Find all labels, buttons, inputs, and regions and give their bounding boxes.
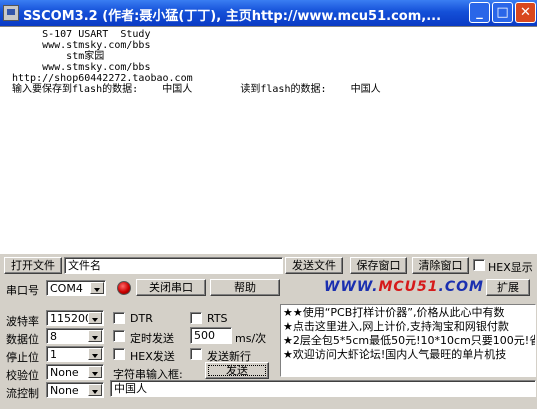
parity-value: None <box>50 366 79 379</box>
close-button[interactable]: ✕ <box>515 2 536 23</box>
brand-link[interactable]: WWW.MCU51.COM <box>324 279 484 295</box>
chevron-down-icon[interactable] <box>88 312 102 324</box>
ad-panel[interactable]: ★★使用“PCB打样计价器”,价格从此心中有数 ★点击这里进入,网上计价,支持淘… <box>280 304 536 377</box>
port-label: 串口号 <box>6 284 39 297</box>
maximize-icon: □ <box>496 5 509 20</box>
port-select[interactable]: COM4 <box>46 280 106 296</box>
dtr-label: DTR <box>130 312 153 325</box>
dtr-checkbox[interactable] <box>113 312 125 324</box>
data-bits-label: 数据位 <box>6 333 39 346</box>
brand-www: WWW. <box>324 279 379 295</box>
parity-label: 校验位 <box>6 369 39 382</box>
ad-line[interactable]: ★2层全包5*5cm最低50元!10*10cm只要100元!省 <box>283 334 535 348</box>
maximize-button[interactable]: □ <box>492 2 513 23</box>
chevron-down-icon[interactable] <box>88 330 102 342</box>
brand-com: .COM <box>438 279 484 295</box>
stop-bits-label: 停止位 <box>6 351 39 364</box>
send-button[interactable]: 发送 <box>205 362 269 379</box>
ad-line[interactable]: ★点击这里进入,网上计价,支持淘宝和网银付款 <box>283 320 509 334</box>
timed-send-label: 定时发送 <box>130 332 174 345</box>
data-bits-select[interactable]: 8 <box>46 328 104 344</box>
app-icon <box>3 5 19 21</box>
chevron-down-icon[interactable] <box>90 282 104 294</box>
hex-display-checkbox[interactable] <box>473 259 485 271</box>
interval-input[interactable]: 500 <box>190 327 232 344</box>
clear-window-button[interactable]: 清除窗口 <box>412 257 469 274</box>
hex-display-label: HEX显示 <box>488 261 533 274</box>
interval-unit-label: ms/次 <box>235 332 267 345</box>
send-file-button[interactable]: 发送文件 <box>285 257 343 274</box>
chevron-down-icon[interactable] <box>88 384 102 396</box>
port-status-led-icon <box>117 281 131 295</box>
open-file-button[interactable]: 打开文件 <box>4 257 62 274</box>
baud-label: 波特率 <box>6 315 39 328</box>
close-icon: ✕ <box>520 5 531 20</box>
stop-bits-value: 1 <box>50 348 57 361</box>
rts-checkbox[interactable] <box>190 312 202 324</box>
flow-label: 流控制 <box>6 387 39 400</box>
title-bar: SSCOM3.2 (作者:聂小猛(丁丁), 主页http://www.mcu51… <box>0 0 537 26</box>
send-newline-checkbox[interactable] <box>190 348 202 360</box>
window-title: SSCOM3.2 (作者:聂小猛(丁丁), 主页http://www.mcu51… <box>23 9 442 24</box>
save-window-button[interactable]: 保存窗口 <box>350 257 407 274</box>
flow-select[interactable]: None <box>46 382 104 398</box>
close-port-button[interactable]: 关闭串口 <box>136 279 206 296</box>
receive-textarea[interactable]: S-107 USART Study www.stmsky.com/bbs stm… <box>0 26 537 254</box>
filename-input[interactable]: 文件名 <box>64 257 283 274</box>
stop-bits-select[interactable]: 1 <box>46 346 104 362</box>
hex-send-checkbox[interactable] <box>113 348 125 360</box>
app-window: SSCOM3.2 (作者:聂小猛(丁丁), 主页http://www.mcu51… <box>0 0 537 409</box>
help-button[interactable]: 帮助 <box>210 279 280 296</box>
brand-mcu51: MCU51 <box>378 279 439 295</box>
baud-select[interactable]: 115200 <box>46 310 104 326</box>
rts-label: RTS <box>207 312 228 325</box>
ad-line[interactable]: ★欢迎访问大虾论坛!国内人气最旺的单片机技 <box>283 348 506 362</box>
data-bits-value: 8 <box>50 330 57 343</box>
minimize-icon: _ <box>476 5 483 20</box>
timed-send-checkbox[interactable] <box>113 330 125 342</box>
baud-value: 115200 <box>50 312 92 325</box>
hex-send-label: HEX发送 <box>130 350 175 363</box>
ad-line[interactable]: ★★使用“PCB打样计价器”,价格从此心中有数 <box>283 306 504 320</box>
flow-value: None <box>50 384 79 397</box>
receive-text: S-107 USART Study www.stmsky.com/bbs stm… <box>12 29 381 95</box>
send-text-input[interactable]: 中国人 <box>110 380 536 397</box>
parity-select[interactable]: None <box>46 364 104 380</box>
chevron-down-icon[interactable] <box>88 366 102 378</box>
port-value: COM4 <box>50 282 83 295</box>
chevron-down-icon[interactable] <box>88 348 102 360</box>
expand-button[interactable]: 扩展 <box>486 279 530 296</box>
minimize-button[interactable]: _ <box>469 2 490 23</box>
status-strip <box>0 400 537 409</box>
